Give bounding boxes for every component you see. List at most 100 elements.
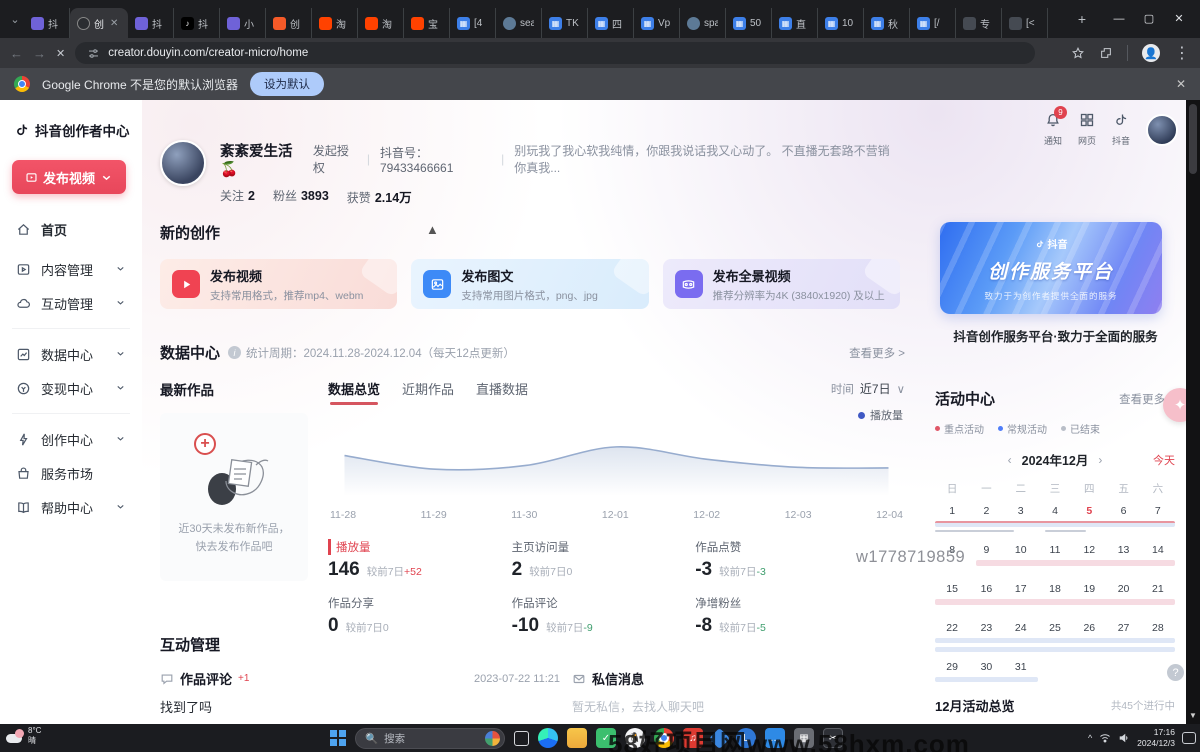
stop-button[interactable]: ✕ (56, 47, 65, 60)
calendar-day-14[interactable]: 14 (1141, 544, 1175, 556)
sidebar-item-首页[interactable]: 首页 (12, 212, 130, 246)
browser-tab[interactable]: ▦直 (772, 8, 818, 38)
back-button[interactable]: ← (10, 46, 23, 61)
browser-tab[interactable]: ▦10 (818, 8, 864, 38)
calendar-day-29[interactable]: 29 (935, 661, 969, 673)
browser-tab[interactable]: ▦秋 (864, 8, 910, 38)
browser-tab[interactable]: 淘 (312, 8, 358, 38)
scrollbar-down-arrow[interactable]: ▼ (1186, 711, 1200, 720)
page-scrollbar[interactable]: ▼ (1186, 100, 1200, 724)
browser-tab[interactable]: ▦Vp (634, 8, 680, 38)
sidebar-item-互动管理[interactable]: 互动管理 (12, 286, 130, 320)
creation-card-发布图文[interactable]: 发布图文支持常用图片格式，png、jpg (411, 259, 648, 309)
tab-search-icon[interactable]: ⌄ (6, 13, 24, 26)
scrollbar-thumb[interactable] (1189, 104, 1197, 174)
browser-tab[interactable]: ▦[4 (450, 8, 496, 38)
calendar-day-27[interactable]: 27 (1106, 622, 1140, 634)
calendar-day-1[interactable]: 1 (935, 505, 969, 517)
calendar-today-link[interactable]: 今天 (1153, 452, 1175, 468)
start-button[interactable] (330, 730, 346, 746)
calendar-day-3[interactable]: 3 (1004, 505, 1038, 517)
calendar-day-21[interactable]: 21 (1141, 583, 1175, 595)
volume-icon[interactable] (1118, 732, 1130, 744)
calendar-day-10[interactable]: 10 (1004, 544, 1038, 556)
calendar-day-11[interactable]: 11 (1038, 544, 1072, 556)
taskview-taskbar-icon[interactable] (514, 731, 529, 746)
quick-icon-网页[interactable]: 网页 (1078, 112, 1096, 147)
minimize-button[interactable]: — (1104, 0, 1134, 38)
creation-card-发布视频[interactable]: 发布视频支持常用格式，推荐mp4、webm (160, 259, 397, 309)
data-tab-直播数据[interactable]: 直播数据 (476, 379, 528, 398)
data-tab-数据总览[interactable]: 数据总览 (328, 379, 380, 398)
creator-service-banner[interactable]: 抖音 创作服务平台 致力于为创作者提供全面的服务 (940, 222, 1162, 314)
calendar-day-12[interactable]: 12 (1072, 544, 1106, 556)
taskbar-clock[interactable]: 17:162024/12/3 (1137, 727, 1175, 748)
browser-tab[interactable]: 小 (220, 8, 266, 38)
browser-tab[interactable]: 创✕ (70, 8, 128, 38)
comment-panel[interactable]: 作品评论 +1 2023-07-22 11:21 找到了吗 来源：要是可以重来，… (160, 669, 560, 724)
browser-tab[interactable]: 专 (956, 8, 1002, 38)
data-tab-近期作品[interactable]: 近期作品 (402, 379, 454, 398)
restore-button[interactable]: ▢ (1134, 0, 1164, 38)
menu-dots-icon[interactable]: ⋮ (1174, 43, 1190, 63)
calendar-day-5[interactable]: 5 (1072, 505, 1106, 517)
taskbar-weather-widget[interactable]: 8°C晴 (6, 726, 41, 745)
calendar-day-7[interactable]: 7 (1141, 505, 1175, 517)
close-button[interactable]: ✕ (1164, 0, 1194, 38)
address-bar[interactable]: creator.douyin.com/creator-micro/home (75, 42, 1035, 64)
help-icon[interactable]: ? (1167, 664, 1184, 681)
quick-icon-通知[interactable]: 9通知 (1044, 112, 1062, 147)
calendar-day-20[interactable]: 20 (1106, 583, 1140, 595)
time-filter-dropdown[interactable]: 时间 近7日 ∨ (831, 380, 905, 397)
avatar[interactable] (160, 140, 206, 186)
sidebar-item-服务市场[interactable]: 服务市场 (12, 456, 130, 490)
header-avatar[interactable] (1146, 114, 1178, 146)
sidebar-item-帮助中心[interactable]: 帮助中心 (12, 490, 130, 524)
creation-card-发布全景视频[interactable]: 发布全景视频推荐分辨率为4K (3840x1920) 及以上 (663, 259, 900, 309)
quick-icon-抖音[interactable]: 抖音 (1112, 112, 1130, 147)
browser-tab[interactable]: ♪抖 (174, 8, 220, 38)
browser-tab[interactable]: 抖 (24, 8, 70, 38)
browser-tab[interactable]: ▦TK (542, 8, 588, 38)
calendar-day-18[interactable]: 18 (1038, 583, 1072, 595)
new-tab-button[interactable]: + (1068, 11, 1096, 27)
bookmark-star-icon[interactable] (1071, 46, 1085, 60)
extensions-icon[interactable] (1099, 46, 1113, 60)
sidebar-item-数据中心[interactable]: 数据中心 (12, 337, 130, 371)
publish-video-button[interactable]: 发布视频 (12, 160, 126, 194)
activity-footer-count[interactable]: 共45个进行中 (1111, 698, 1175, 713)
calendar-day-2[interactable]: 2 (969, 505, 1003, 517)
sidebar-item-内容管理[interactable]: 内容管理 (12, 252, 130, 286)
browser-tab[interactable]: ▦50 (726, 8, 772, 38)
browser-tab[interactable]: 淘 (358, 8, 404, 38)
message-panel[interactable]: 私信消息 暂无私信，去找人聊天吧 私信管理 > (572, 669, 892, 724)
calendar-day-19[interactable]: 19 (1072, 583, 1106, 595)
forward-button[interactable]: → (33, 46, 46, 61)
auth-link[interactable]: 发起授权 (313, 142, 357, 176)
taskbar-search[interactable]: 🔍 搜索 (355, 728, 505, 749)
edge-taskbar-icon[interactable] (538, 728, 558, 748)
calendar-day-17[interactable]: 17 (1004, 583, 1038, 595)
set-default-button[interactable]: 设为默认 (250, 72, 324, 96)
calendar-day-28[interactable]: 28 (1141, 622, 1175, 634)
browser-tab[interactable]: 创 (266, 8, 312, 38)
data-center-more-link[interactable]: 查看更多 > (849, 345, 905, 361)
calendar-day-30[interactable]: 30 (969, 661, 1003, 673)
browser-profile-avatar[interactable]: 👤 (1142, 44, 1160, 62)
calendar-next-button[interactable]: › (1098, 453, 1102, 467)
sidebar-item-创作中心[interactable]: 创作中心 (12, 422, 130, 456)
calendar-day-23[interactable]: 23 (969, 622, 1003, 634)
calendar-prev-button[interactable]: ‹ (1008, 453, 1012, 467)
browser-tab[interactable]: ▦四 (588, 8, 634, 38)
browser-tab[interactable]: sea (496, 8, 542, 38)
tray-expand-icon[interactable]: ^ (1088, 733, 1092, 743)
browser-tab[interactable]: spa (680, 8, 726, 38)
calendar-day-6[interactable]: 6 (1106, 505, 1140, 517)
notification-center-icon[interactable] (1182, 732, 1196, 744)
calendar-day-13[interactable]: 13 (1106, 544, 1140, 556)
network-icon[interactable] (1099, 732, 1111, 744)
calendar-day-16[interactable]: 16 (969, 583, 1003, 595)
browser-tab[interactable]: 宝 (404, 8, 450, 38)
folder-taskbar-icon[interactable] (567, 728, 587, 748)
sidebar-item-变现中心[interactable]: 变现中心 (12, 371, 130, 405)
